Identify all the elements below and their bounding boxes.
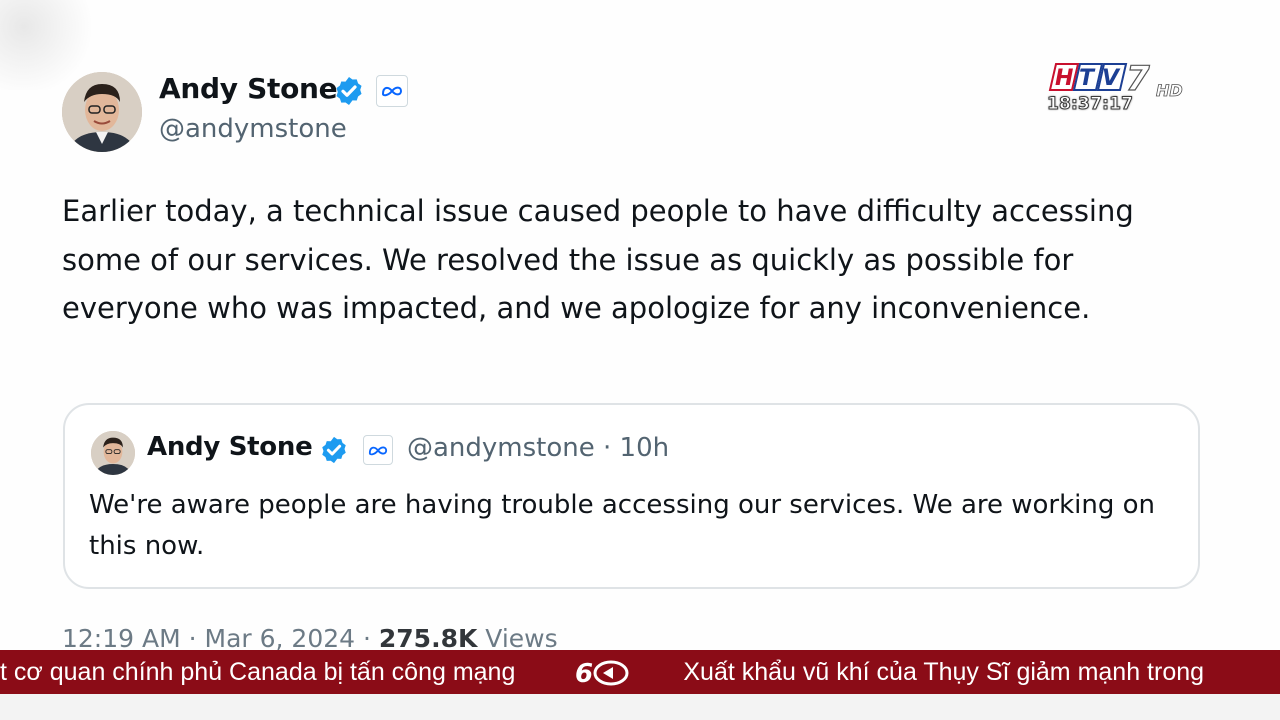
- tweet-timestamp[interactable]: 12:19 AM · Mar 6, 2024 ·: [62, 624, 371, 653]
- views-label: Views: [485, 624, 558, 653]
- video-frame: Andy Stone @andymstone Earlier today, a …: [0, 0, 1280, 720]
- author-avatar[interactable]: [62, 72, 142, 152]
- svg-text:T: T: [1079, 66, 1096, 91]
- ticker-item: Xuất khẩu vũ khí của Thụy Sĩ giảm mạnh t…: [683, 657, 1205, 686]
- quoted-author-avatar[interactable]: [91, 431, 135, 475]
- meta-affiliation-icon[interactable]: [376, 75, 408, 107]
- ticker-row: t cơ quan chính phủ Canada bị tấn công m…: [0, 650, 1204, 694]
- verified-badge-icon: [336, 77, 362, 105]
- views-count: 275.8K: [378, 624, 478, 653]
- quoted-tweet-text: We're aware people are having trouble ac…: [89, 490, 1156, 561]
- author-handle[interactable]: @andymstone: [159, 114, 347, 144]
- tweet-body-text: Earlier today, a technical issue caused …: [62, 194, 1134, 325]
- 60-giay-logo-icon: 6: [575, 659, 629, 689]
- ticker-item: t cơ quan chính phủ Canada bị tấn công m…: [0, 657, 516, 686]
- broadcast-clock: 18:37:17: [1046, 94, 1134, 115]
- author-display-name[interactable]: Andy Stone: [159, 72, 338, 105]
- quoted-tweet-card[interactable]: Andy Stone @andymstone · 10h We're aware…: [63, 403, 1200, 589]
- svg-text:HD: HD: [1156, 81, 1183, 100]
- svg-text:H: H: [1055, 66, 1073, 91]
- quoted-handle-and-time[interactable]: @andymstone · 10h: [407, 433, 669, 463]
- quoted-author-name[interactable]: Andy Stone: [147, 432, 313, 462]
- quoted-verified-badge-icon: [322, 436, 346, 464]
- svg-text:6: 6: [575, 659, 593, 689]
- quoted-meta-affiliation-icon[interactable]: [363, 435, 393, 465]
- news-ticker: t cơ quan chính phủ Canada bị tấn công m…: [0, 650, 1280, 694]
- tweet-timestamp-views: 12:19 AM · Mar 6, 2024 · 275.8K Views: [62, 624, 558, 653]
- svg-text:V: V: [1102, 66, 1121, 91]
- bottom-strip: [0, 694, 1280, 720]
